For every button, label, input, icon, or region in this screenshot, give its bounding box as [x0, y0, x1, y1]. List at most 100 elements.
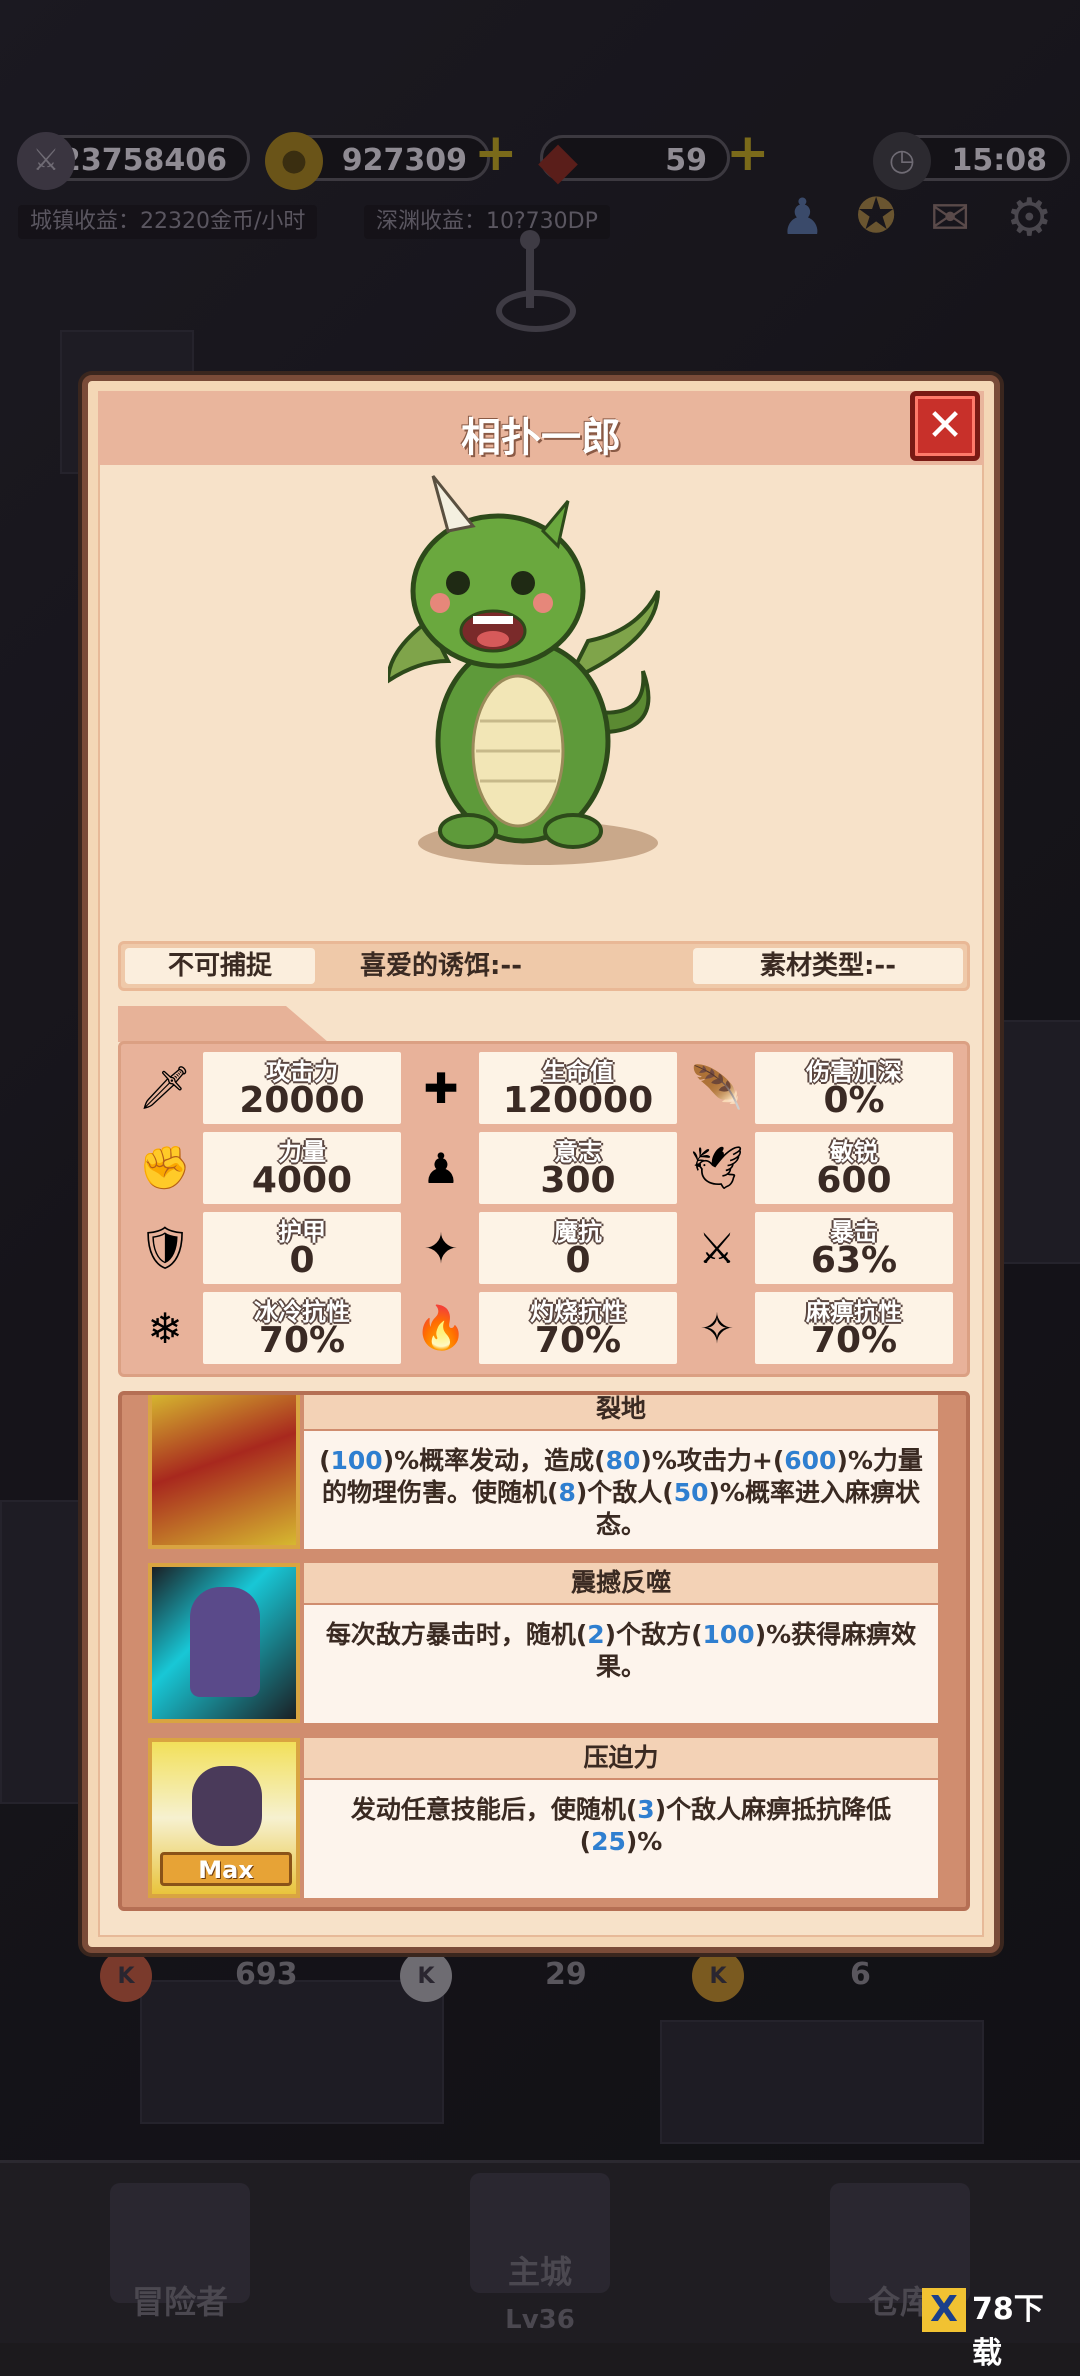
skill-number: 3: [637, 1795, 655, 1824]
stat-box: 灼烧抗性 70%: [479, 1292, 677, 1364]
skill-description: 发动任意技能后，使随机(3)个敌人麻痹抵抗降低(25)%: [304, 1780, 938, 1898]
shield-icon: 🛡: [138, 1223, 192, 1272]
stat-box: 攻击力 20000: [203, 1052, 401, 1124]
skill-card: 裂地 (100)%概率发动，造成(80)%攻击力+(600)%力量的物理伤害。使…: [148, 1395, 938, 1549]
gold-counter: ● 927309: [265, 132, 490, 190]
skill-number: 100: [330, 1446, 383, 1475]
max-badge: Max: [160, 1852, 292, 1886]
copper-count: 693: [235, 1957, 298, 1992]
close-button[interactable]: ✕: [910, 391, 980, 461]
stat-value: 0: [289, 1240, 315, 1281]
main-city-level: Lv36: [505, 2305, 575, 2335]
skill-text: )%: [625, 1827, 663, 1856]
wing-icon: 🕊: [690, 1143, 744, 1192]
gold-k-coin-icon: K: [692, 1950, 744, 2002]
skill-number: 25: [591, 1827, 626, 1856]
town-income: 城镇收益：22320金币/小时: [18, 205, 318, 239]
add-gem-button[interactable]: +: [726, 123, 770, 183]
dragon-portrait: [388, 475, 660, 865]
stats-panel: 🗡 攻击力 20000 ✚ 生命值 120000 🪶 伤害加深 0% ✊ 力量 4000 ♟ 意志 300 🕊…: [118, 1041, 970, 1377]
close-x-icon: ✕: [926, 400, 964, 451]
stat-cell: 🕊 敏锐 600: [685, 1132, 957, 1204]
stat-box: 魔抗 0: [479, 1212, 677, 1284]
add-gold-button[interactable]: +: [474, 123, 518, 183]
pressure-skill-icon: Max: [148, 1738, 300, 1898]
paralysis-icon: ✧: [699, 1303, 735, 1353]
stat-cell: ✦ 魔抗 0: [409, 1212, 681, 1284]
stat-value: 63%: [810, 1240, 898, 1281]
ground-split-skill-icon: [148, 1395, 300, 1549]
stat-box: 生命值 120000: [479, 1052, 677, 1124]
stat-box: 敏锐 600: [755, 1132, 953, 1204]
nav-main-city[interactable]: 主城: [430, 2247, 650, 2293]
watermark-x-icon: X: [922, 2288, 966, 2332]
magic-resist-icon: ✦: [423, 1223, 459, 1273]
skill-description: (100)%概率发动，造成(80)%攻击力+(600)%力量的物理伤害。使随机(…: [304, 1431, 938, 1549]
stat-value: 120000: [502, 1080, 654, 1121]
currency-counts: K 693 K 29 K 6: [70, 1950, 1020, 2010]
stat-box: 护甲 0: [203, 1212, 401, 1284]
skill-text: 每次敌方暴击时，随机(: [325, 1620, 588, 1649]
shock-backlash-skill-icon: [148, 1563, 300, 1723]
stat-cell: ♟ 意志 300: [409, 1132, 681, 1204]
stat-value: 300: [540, 1160, 616, 1201]
gem-icon: ◆: [538, 131, 578, 191]
info-row: 不可捕捉 喜爱的诱饵:-- 素材类型:--: [118, 941, 970, 991]
stat-value: 70%: [534, 1320, 622, 1361]
gold-k-count: 6: [850, 1957, 871, 1992]
sword-icon: 🗡: [138, 1063, 192, 1112]
capture-status: 不可捕捉: [125, 948, 315, 984]
stat-box: 伤害加深 0%: [755, 1052, 953, 1124]
feather-icon: 🪶: [690, 1063, 744, 1112]
skill-text: 发动任意技能后，使随机(: [350, 1795, 638, 1824]
skill-card: 震撼反噬 每次敌方暴击时，随机(2)个敌方(100)%获得麻痹效果。: [148, 1563, 938, 1723]
silver-count: 29: [545, 1957, 587, 1992]
copper-coin-icon: K: [100, 1950, 152, 2002]
stat-value: 0: [565, 1240, 591, 1281]
gear-icon[interactable]: ⚙: [1006, 188, 1066, 248]
skill-name: 压迫力: [304, 1738, 938, 1778]
skill-number: 8: [558, 1478, 576, 1507]
stat-value: 70%: [810, 1320, 898, 1361]
skill-card: Max 压迫力 发动任意技能后，使随机(3)个敌人麻痹抵抗降低(25)%: [148, 1738, 938, 1898]
skill-text: )%概率发动，造成(: [382, 1446, 606, 1475]
skill-name: 裂地: [304, 1395, 938, 1429]
stat-box: 冰冷抗性 70%: [203, 1292, 401, 1364]
will-statue-icon: ♟: [422, 1143, 460, 1193]
stat-cell: ✧ 麻痹抗性 70%: [685, 1292, 957, 1364]
skill-text: (: [319, 1446, 331, 1475]
nav-adventurer[interactable]: 冒险者: [70, 2277, 290, 2323]
power-counter: ⚔ 23758406: [17, 132, 250, 190]
monster-detail-dialog: 相扑一郎 ✕ 不可捕捉 喜爱的诱饵:-- 素材类型:-- 🗡 攻击力 20000 ✚ 生: [82, 375, 1000, 1953]
health-cross-icon: ✚: [423, 1063, 459, 1113]
stat-box: 意志 300: [479, 1132, 677, 1204]
monster-name: 相扑一郎: [461, 415, 621, 461]
silver-coin-icon: K: [400, 1950, 452, 2002]
favorite-bait: 喜爱的诱饵:--: [360, 951, 522, 981]
heroes-icon[interactable]: ♟: [780, 188, 840, 248]
material-type: 素材类型:--: [693, 948, 963, 984]
stat-box: 力量 4000: [203, 1132, 401, 1204]
skill-number: 100: [702, 1620, 755, 1649]
stat-box: 暴击 63%: [755, 1212, 953, 1284]
mail-icon[interactable]: ✉: [930, 190, 990, 250]
bottom-nav: 冒险者 主城 Lv36 仓库: [0, 2160, 1080, 2343]
bonus-icon[interactable]: ✪: [856, 188, 916, 248]
stat-value: 0%: [823, 1080, 885, 1121]
tower-icon: [490, 230, 576, 380]
skills-panel[interactable]: 裂地 (100)%概率发动，造成(80)%攻击力+(600)%力量的物理伤害。使…: [118, 1391, 970, 1911]
crossed-swords-icon: ⚔: [698, 1223, 736, 1273]
ice-icon: ❄: [147, 1303, 183, 1353]
stat-cell: 🛡 护甲 0: [133, 1212, 405, 1284]
watermark-logo: X 78下载: [922, 2288, 1072, 2371]
stat-cell: 🔥 灼烧抗性 70%: [409, 1292, 681, 1364]
skill-number: 50: [673, 1478, 709, 1507]
stat-cell: 🪶 伤害加深 0%: [685, 1052, 957, 1124]
stat-value: 4000: [251, 1160, 353, 1201]
stat-cell: ❄ 冰冷抗性 70%: [133, 1292, 405, 1364]
dialog-title-bar: 相扑一郎: [98, 391, 984, 465]
skill-description: 每次敌方暴击时，随机(2)个敌方(100)%获得麻痹效果。: [304, 1605, 938, 1723]
stat-cell: ⚔ 暴击 63%: [685, 1212, 957, 1284]
skill-text: )个敌方(: [604, 1620, 703, 1649]
stat-cell: ✊ 力量 4000: [133, 1132, 405, 1204]
